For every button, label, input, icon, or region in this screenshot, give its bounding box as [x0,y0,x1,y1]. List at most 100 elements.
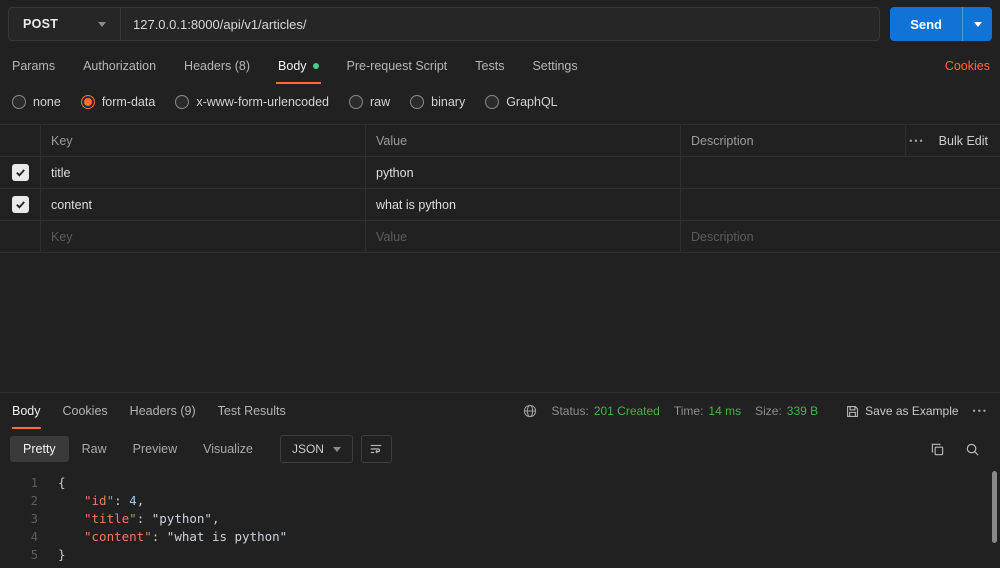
send-label: Send [910,16,942,32]
radio-icon [485,95,500,109]
tab-label: Tests [475,59,505,73]
tab-headers[interactable]: Headers (8) [182,48,252,84]
response-view-toolbar: Pretty Raw Preview Visualize JSON [0,429,1000,469]
response-more-options-icon[interactable]: ••• [973,406,988,416]
send-button[interactable]: Send [890,7,962,41]
vertical-scrollbar-thumb[interactable] [992,471,997,543]
tab-label: Cookies [62,404,108,418]
time-badge: Time: 14 ms [674,404,741,418]
checkbox-checked[interactable] [11,164,29,181]
tab-params[interactable]: Params [10,48,57,84]
response-tab-body[interactable]: Body [12,393,41,429]
response-tab-headers[interactable]: Headers (9) [130,393,196,429]
radio-icon [175,95,190,109]
check-icon [15,169,25,177]
copy-icon[interactable] [930,442,945,457]
view-visualize-button[interactable]: Visualize [190,436,266,462]
request-url-bar: POST Send [0,0,1000,48]
code-line: 5 } [0,546,1000,564]
mode-x-www-form-urlencoded[interactable]: x-www-form-urlencoded [175,95,329,109]
form-data-table: Key Value Description ••• Bulk Edit titl… [0,124,1000,253]
table-row: title python [0,157,1000,189]
column-label: Value [376,133,408,148]
row-checkbox-cell [0,157,40,188]
column-label: Key [51,133,73,148]
bulk-edit-button[interactable]: Bulk Edit [939,134,988,148]
value-cell[interactable]: Value [365,221,680,252]
save-as-example-button[interactable]: Save as Example [846,404,959,418]
value-cell[interactable]: python [365,157,680,188]
url-input[interactable] [121,8,880,40]
mode-none[interactable]: none [12,95,61,109]
network-info-icon[interactable] [523,404,537,418]
view-raw-button[interactable]: Raw [69,436,120,462]
description-cell[interactable]: Description [680,221,1000,252]
format-select[interactable]: JSON [279,435,353,463]
value-cell[interactable]: what is python [365,189,680,220]
code-content: "id": 4, [58,492,144,510]
key-cell[interactable]: title [40,157,365,188]
wrap-lines-button[interactable] [360,435,392,463]
mode-label: raw [370,95,391,109]
tab-settings[interactable]: Settings [530,48,579,84]
tab-tests[interactable]: Tests [473,48,506,84]
response-tab-test-results[interactable]: Test Results [218,393,286,429]
method-select[interactable]: POST [9,8,121,40]
mode-form-data[interactable]: form-data [80,95,155,109]
radio-icon [12,95,26,109]
send-button-group: Send [890,7,992,41]
tab-prerequest-script[interactable]: Pre-request Script [345,48,450,84]
view-pretty-button[interactable]: Pretty [10,436,69,462]
description-cell[interactable] [680,189,1000,220]
postman-app: POST Send Params Authorization Headers (… [0,0,1000,568]
mode-raw[interactable]: raw [349,95,390,109]
response-meta: Status: 201 Created Time: 14 ms Size: 33… [523,404,988,418]
tab-label: Pre-request Script [346,59,448,73]
view-preview-button[interactable]: Preview [120,436,190,462]
separator: : [151,529,167,544]
key-cell[interactable]: content [40,189,365,220]
chevron-down-icon [973,21,982,27]
more-options-icon[interactable]: ••• [909,136,924,146]
comma: , [136,493,145,508]
tab-label: Test Results [217,404,286,418]
description-cell[interactable] [680,157,1000,188]
line-number: 1 [30,476,38,490]
json-string: "python" [151,511,212,526]
mode-binary[interactable]: binary [410,95,465,109]
key-cell[interactable]: Key [40,221,365,252]
table-row: content what is python [0,189,1000,221]
line-number: 2 [30,494,38,508]
json-number: 4 [129,493,137,508]
request-body-empty-area [0,253,1000,392]
checkbox-checked[interactable] [11,196,29,213]
response-tab-cookies[interactable]: Cookies [63,393,108,429]
code-line: 3 "title": "python", [0,510,1000,528]
body-mode-selector: none form-data x-www-form-urlencoded raw… [0,84,1000,120]
search-icon[interactable] [965,442,980,457]
table-header-actions: ••• Bulk Edit [905,125,1000,156]
radio-selected-icon [80,95,95,109]
code-content: "title": "python", [58,510,220,528]
code-line: 2 "id": 4, [0,492,1000,510]
row-checkbox-cell [0,221,40,252]
cell-placeholder: Value [376,229,408,244]
tab-body[interactable]: Body [276,48,321,84]
chevron-down-icon [98,21,106,27]
send-options-button[interactable] [962,7,992,41]
radio-icon [349,95,363,109]
check-icon [15,201,25,209]
body-content-dot [312,63,319,69]
json-string: "what is python" [166,529,288,544]
json-key: "title" [84,511,137,526]
tab-authorization[interactable]: Authorization [81,48,158,84]
tab-label: Body [12,404,41,418]
mode-label: none [33,95,61,109]
code-content: } [58,546,66,564]
cookies-link[interactable]: Cookies [945,59,990,73]
tab-label: Params [12,59,56,73]
time-label: Time: [673,404,704,418]
mode-graphql[interactable]: GraphQL [485,95,558,109]
brace-token: { [58,475,66,490]
cell-placeholder: Description [691,229,754,244]
